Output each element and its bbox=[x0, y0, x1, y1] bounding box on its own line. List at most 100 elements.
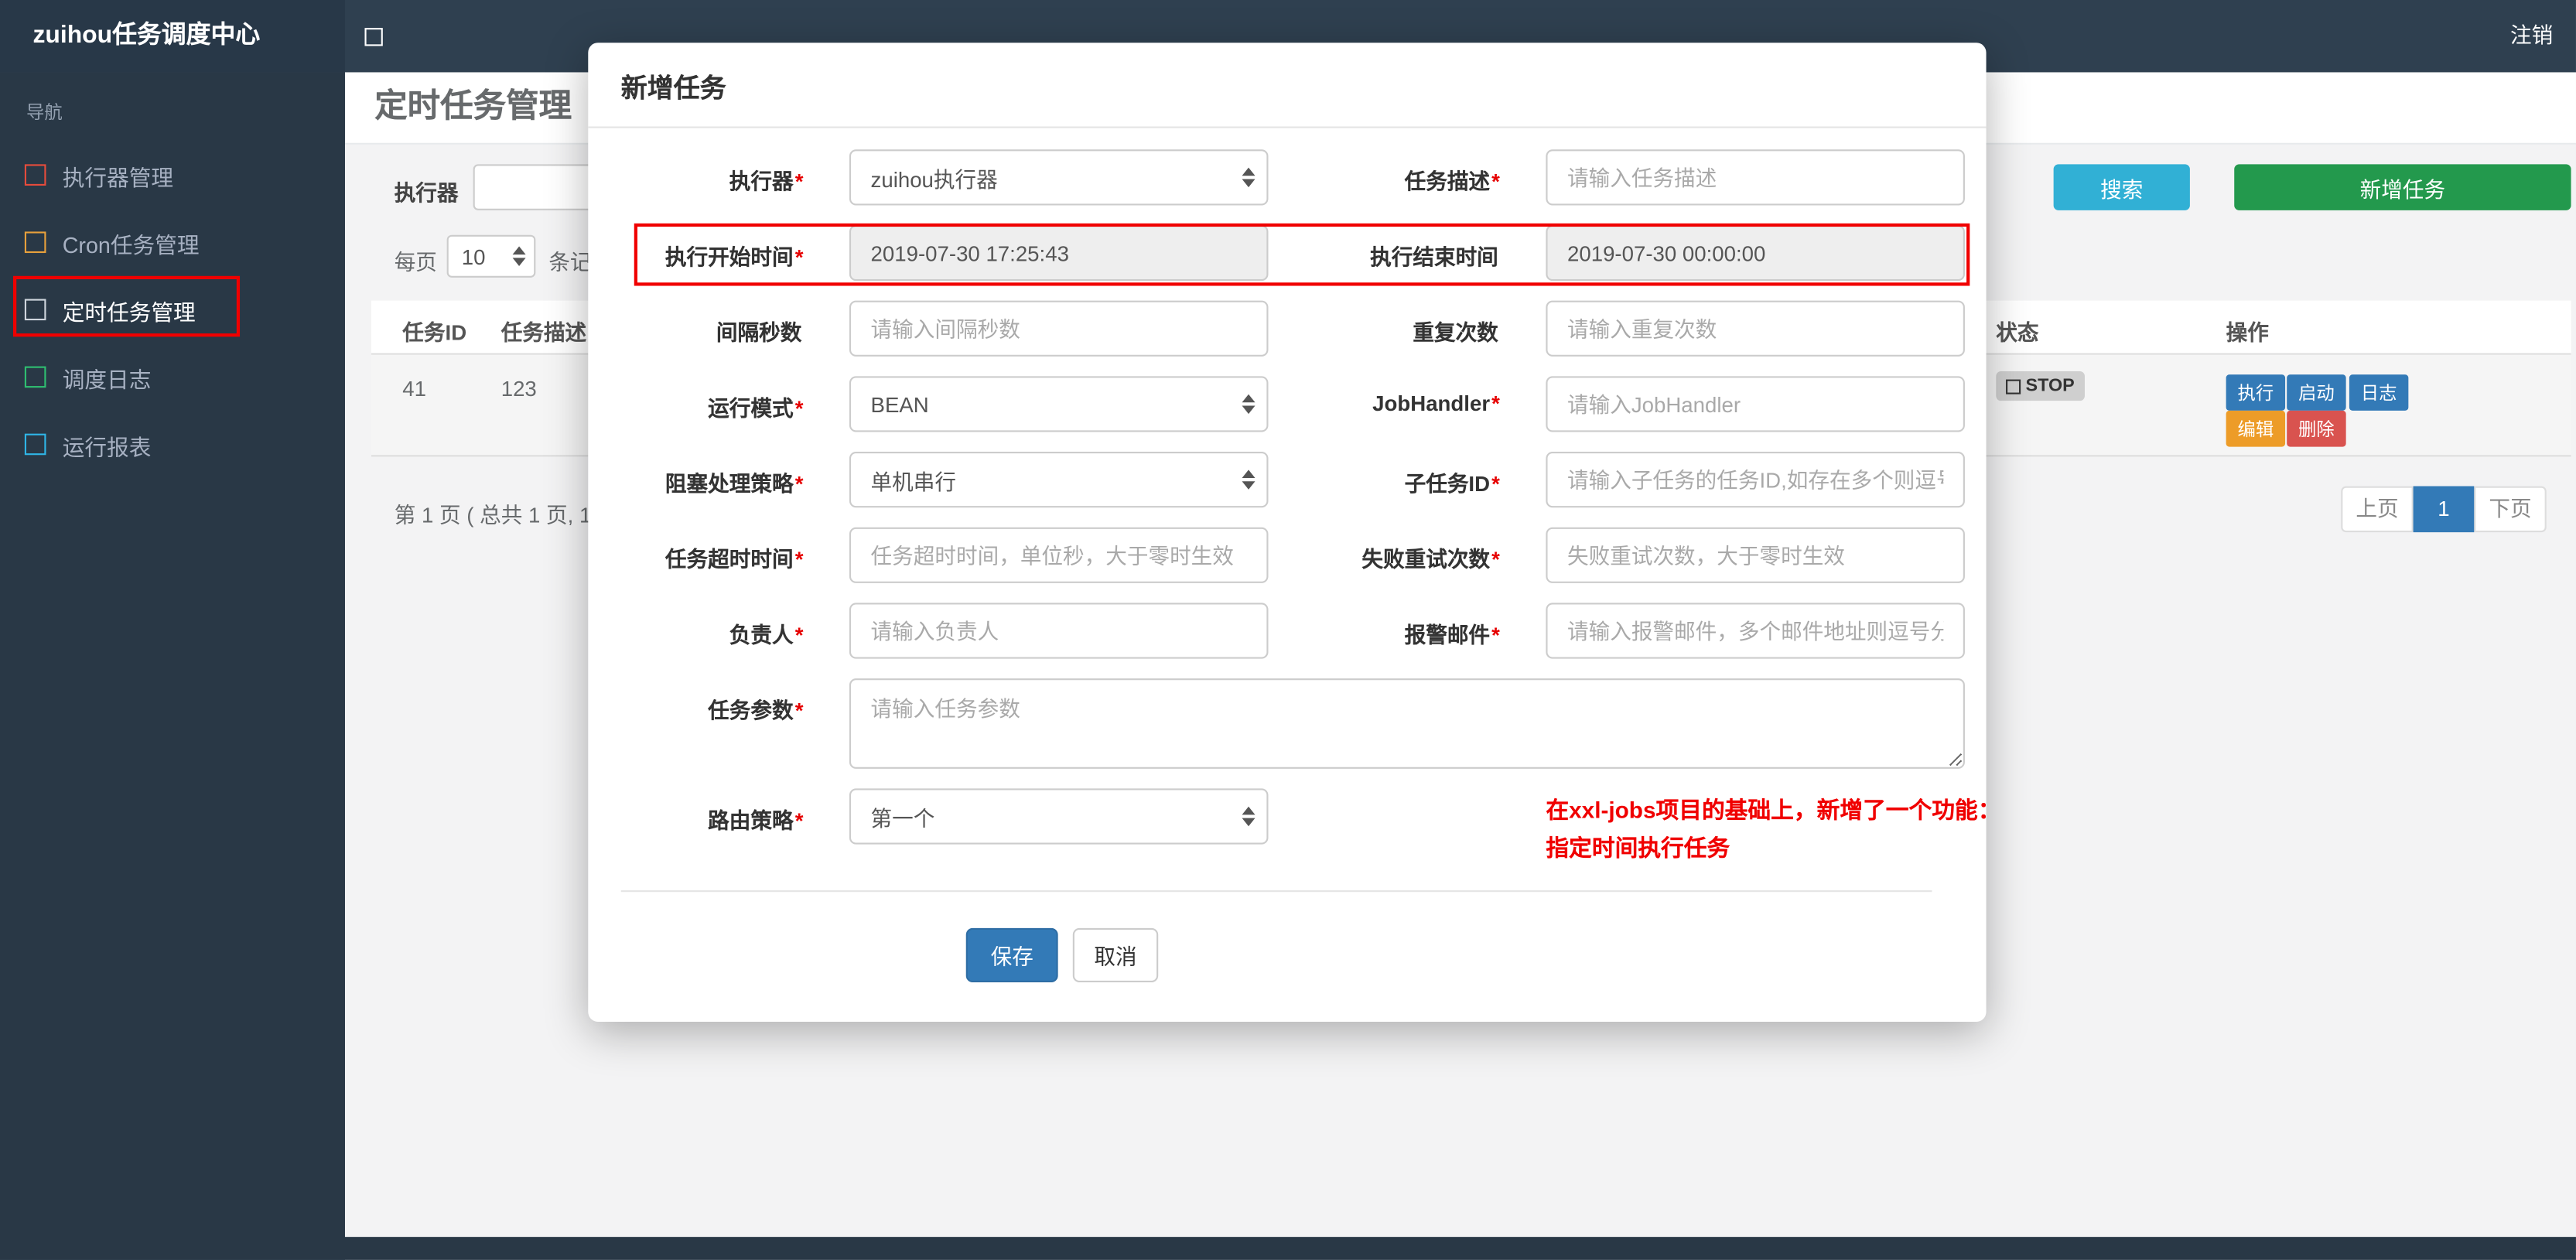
executor-label: 执行器 * bbox=[729, 169, 804, 194]
cell-job-id: 41 bbox=[402, 376, 427, 401]
menu-square-icon bbox=[24, 366, 46, 388]
owner-input[interactable] bbox=[849, 603, 1269, 659]
timeout-input[interactable] bbox=[849, 527, 1269, 583]
edit-button[interactable]: 编辑 bbox=[2226, 410, 2286, 447]
feature-note-line2: 指定时间执行任务 bbox=[1546, 835, 1730, 862]
per-page-label: 每页 bbox=[394, 249, 437, 275]
menu-square-icon bbox=[24, 231, 46, 254]
stage: zuihou任务调度中心 注销 导航 执行器管理 Cron任务管理 定时任务管理… bbox=[0, 0, 2576, 1260]
save-button[interactable]: 保存 bbox=[965, 928, 1058, 983]
sidebar-item-run-report[interactable]: 运行报表 bbox=[0, 411, 345, 478]
per-page-select[interactable]: 10 bbox=[446, 234, 536, 278]
sidebar-item-label: 运行报表 bbox=[62, 434, 152, 459]
add-task-button[interactable]: 新增任务 bbox=[2234, 164, 2571, 210]
alarm-email-input[interactable] bbox=[1546, 603, 1965, 659]
alarm-email-label: 报警邮件 * bbox=[1404, 622, 1500, 647]
select-arrows-icon bbox=[1242, 167, 1256, 188]
app-root: zuihou任务调度中心 注销 导航 执行器管理 Cron任务管理 定时任务管理… bbox=[0, 0, 2576, 1260]
job-handler-input[interactable] bbox=[1546, 376, 1965, 432]
pagination: 上页 1 下页 bbox=[2341, 486, 2547, 533]
job-param-textarea[interactable] bbox=[849, 678, 1965, 769]
route-strategy-label: 路由策略 * bbox=[708, 808, 804, 833]
logout-link[interactable]: 注销 bbox=[2510, 0, 2553, 72]
selected-value: 第一个 bbox=[870, 805, 935, 831]
selected-value: BEAN bbox=[870, 391, 929, 417]
menu-square-icon bbox=[24, 433, 46, 456]
sidebar: 导航 执行器管理 Cron任务管理 定时任务管理 调度日志 运行报表 bbox=[0, 72, 345, 1260]
required-marker: * bbox=[794, 547, 804, 572]
selected-value: zuihou执行器 bbox=[870, 166, 998, 192]
modal-body: 执行器* zuihou执行器 任务描述* 执行开始时间* 执行结束时间 间隔秒数… bbox=[588, 128, 2000, 983]
start-button[interactable]: 启动 bbox=[2287, 374, 2346, 411]
nav-section-label: 导航 bbox=[26, 103, 63, 124]
column-header-job-id: 任务ID bbox=[402, 320, 467, 345]
footer-bar bbox=[0, 1237, 2576, 1260]
run-mode-select[interactable]: BEAN bbox=[849, 376, 1269, 432]
search-button[interactable]: 搜索 bbox=[2053, 164, 2190, 210]
cell-job-desc: 123 bbox=[501, 376, 537, 401]
child-job-id-label: 子任务ID * bbox=[1404, 471, 1500, 497]
start-time-input[interactable] bbox=[849, 224, 1269, 282]
job-param-label: 任务参数 * bbox=[708, 698, 804, 723]
run-button[interactable]: 执行 bbox=[2226, 374, 2286, 411]
cancel-button[interactable]: 取消 bbox=[1072, 928, 1159, 983]
sidebar-item-dispatch-log[interactable]: 调度日志 bbox=[0, 343, 345, 411]
select-arrows-icon bbox=[1242, 394, 1256, 415]
required-marker: * bbox=[794, 471, 804, 497]
required-marker: * bbox=[1491, 547, 1500, 572]
block-strategy-select[interactable]: 单机串行 bbox=[849, 452, 1269, 508]
select-arrows-icon bbox=[1242, 470, 1256, 490]
interval-label: 间隔秒数 bbox=[716, 320, 802, 345]
add-task-modal: 新增任务 执行器* zuihou执行器 任务描述* 执行开始时间* 执行结束时间… bbox=[588, 43, 2000, 1022]
required-marker: * bbox=[1491, 391, 1500, 416]
interval-input[interactable] bbox=[849, 300, 1269, 357]
next-page-button[interactable]: 下页 bbox=[2474, 486, 2547, 533]
sidebar-item-timed-task[interactable]: 定时任务管理 bbox=[0, 276, 345, 343]
required-marker: * bbox=[794, 808, 804, 833]
sidebar-item-label: 调度日志 bbox=[62, 367, 152, 392]
repeat-count-label: 重复次数 bbox=[1413, 320, 1498, 345]
required-marker: * bbox=[1491, 622, 1500, 647]
required-marker: * bbox=[1491, 169, 1500, 194]
owner-label: 负责人 * bbox=[729, 622, 804, 647]
required-marker: * bbox=[794, 169, 804, 194]
modal-footer: 保存 取消 bbox=[588, 893, 1965, 983]
sidebar-item-cron-task[interactable]: Cron任务管理 bbox=[0, 209, 345, 276]
timeout-label: 任务超时时间 * bbox=[664, 547, 804, 572]
column-header-status: 状态 bbox=[1996, 320, 2039, 345]
start-time-label: 执行开始时间 * bbox=[664, 244, 804, 270]
delete-button[interactable]: 删除 bbox=[2287, 410, 2346, 447]
executor-select[interactable]: zuihou执行器 bbox=[849, 149, 1269, 206]
feature-note: 在xxl-jobs项目的基础上，新增了一个功能： 指定时间执行任务 bbox=[1546, 788, 2000, 867]
log-button[interactable]: 日志 bbox=[2349, 374, 2409, 411]
sidebar-toggle-icon bbox=[364, 27, 383, 46]
required-marker: * bbox=[794, 244, 804, 270]
sidebar-item-executor-manage[interactable]: 执行器管理 bbox=[0, 142, 345, 209]
sidebar-item-label: Cron任务管理 bbox=[62, 232, 200, 258]
end-time-input[interactable] bbox=[1546, 224, 1965, 282]
run-mode-label: 运行模式 * bbox=[708, 395, 804, 421]
required-marker: * bbox=[794, 622, 804, 647]
select-arrows-icon bbox=[512, 246, 526, 267]
select-arrows-icon bbox=[1242, 806, 1256, 827]
required-marker: * bbox=[794, 395, 804, 421]
status-text: STOP bbox=[2025, 376, 2075, 396]
retry-count-label: 失败重试次数 * bbox=[1361, 547, 1500, 572]
retry-count-input[interactable] bbox=[1546, 527, 1965, 583]
sidebar-toggle-button[interactable] bbox=[364, 0, 383, 72]
executor-filter-label: 执行器 bbox=[394, 180, 459, 206]
menu-square-icon bbox=[24, 299, 46, 321]
sidebar-menu: 执行器管理 Cron任务管理 定时任务管理 调度日志 运行报表 bbox=[0, 142, 345, 478]
required-marker: * bbox=[794, 698, 804, 723]
prev-page-button[interactable]: 上页 bbox=[2341, 486, 2414, 533]
job-handler-label: JobHandler * bbox=[1372, 391, 1500, 416]
job-desc-input[interactable] bbox=[1546, 149, 1965, 206]
child-job-id-input[interactable] bbox=[1546, 452, 1965, 508]
job-desc-label: 任务描述 * bbox=[1404, 169, 1500, 194]
route-strategy-select[interactable]: 第一个 bbox=[849, 788, 1269, 845]
stop-square-icon bbox=[2006, 378, 2021, 394]
menu-square-icon bbox=[24, 164, 46, 186]
current-page-button[interactable]: 1 bbox=[2413, 486, 2475, 533]
column-header-job-desc: 任务描述 bbox=[501, 320, 587, 345]
repeat-count-input[interactable] bbox=[1546, 300, 1965, 357]
